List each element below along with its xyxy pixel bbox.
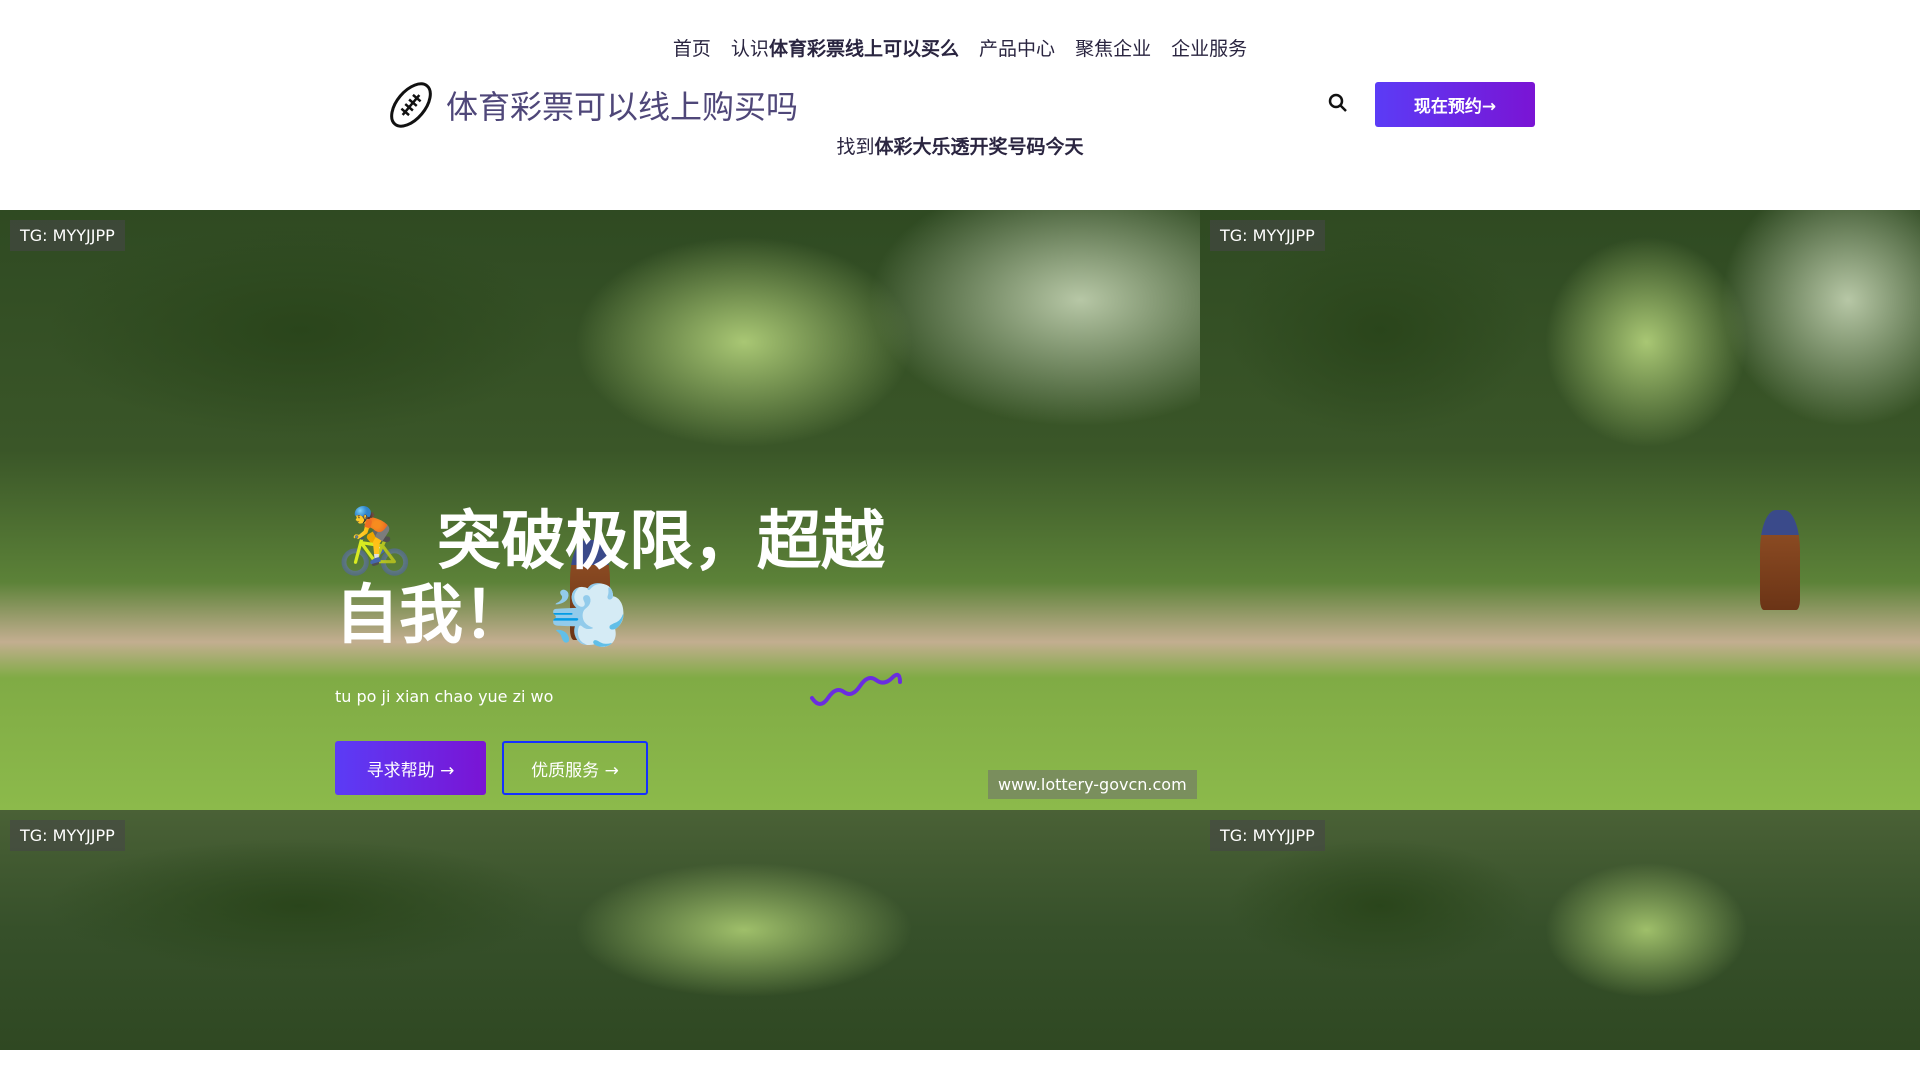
nav-focus[interactable]: 聚焦企业	[1075, 38, 1151, 60]
horse-rider-image	[1760, 510, 1800, 610]
hero-subtitle: tu po ji xian chao yue zi wo	[335, 687, 554, 706]
squiggle-decoration-icon	[810, 672, 902, 706]
search-icon[interactable]	[1327, 92, 1349, 114]
football-icon	[390, 82, 432, 128]
subtitle-prefix: 找到	[836, 136, 875, 158]
nav-about[interactable]: 认识体育彩票线上可以买么	[731, 38, 959, 60]
cyclist-emoji-icon: 🚴	[335, 505, 415, 579]
image-tile: TG: MYYJJPP	[1200, 210, 1920, 810]
tile-tag: TG: MYYJJPP	[1210, 220, 1325, 251]
site-logo[interactable]: 体育彩票可以线上购买吗	[384, 78, 798, 132]
site-title: 体育彩票可以线上购买吗	[446, 88, 799, 126]
quality-service-button[interactable]: 优质服务 →	[502, 741, 648, 795]
subtitle-bold[interactable]: 体彩大乐透开奖号码今天	[875, 136, 1084, 158]
hero-title: 🚴 突破极限，超越自我！ 💨	[335, 505, 915, 653]
tile-tag: TG: MYYJJPP	[10, 820, 125, 851]
main-nav: 首页 认识体育彩票线上可以买么 产品中心 聚焦企业 企业服务	[0, 34, 1920, 61]
dash-emoji-icon: 💨	[549, 579, 629, 653]
nav-about-prefix: 认识	[730, 38, 769, 60]
nav-products[interactable]: 产品中心	[979, 38, 1055, 60]
nav-services[interactable]: 企业服务	[1171, 38, 1247, 60]
header-subtitle: 找到体彩大乐透开奖号码今天	[0, 132, 1920, 159]
seek-help-button[interactable]: 寻求帮助 →	[335, 741, 486, 795]
nav-home[interactable]: 首页	[673, 38, 711, 60]
book-now-button[interactable]: 现在预约→	[1375, 82, 1535, 127]
image-tile: TG: MYYJJPP	[0, 810, 1200, 1050]
image-tile: TG: MYYJJPP	[1200, 810, 1920, 1050]
nav-about-bold: 体育彩票线上可以买么	[768, 38, 959, 60]
tile-tag: TG: MYYJJPP	[10, 220, 125, 251]
tile-tag: TG: MYYJJPP	[1210, 820, 1325, 851]
watermark-url: www.lottery-govcn.com	[988, 770, 1197, 799]
